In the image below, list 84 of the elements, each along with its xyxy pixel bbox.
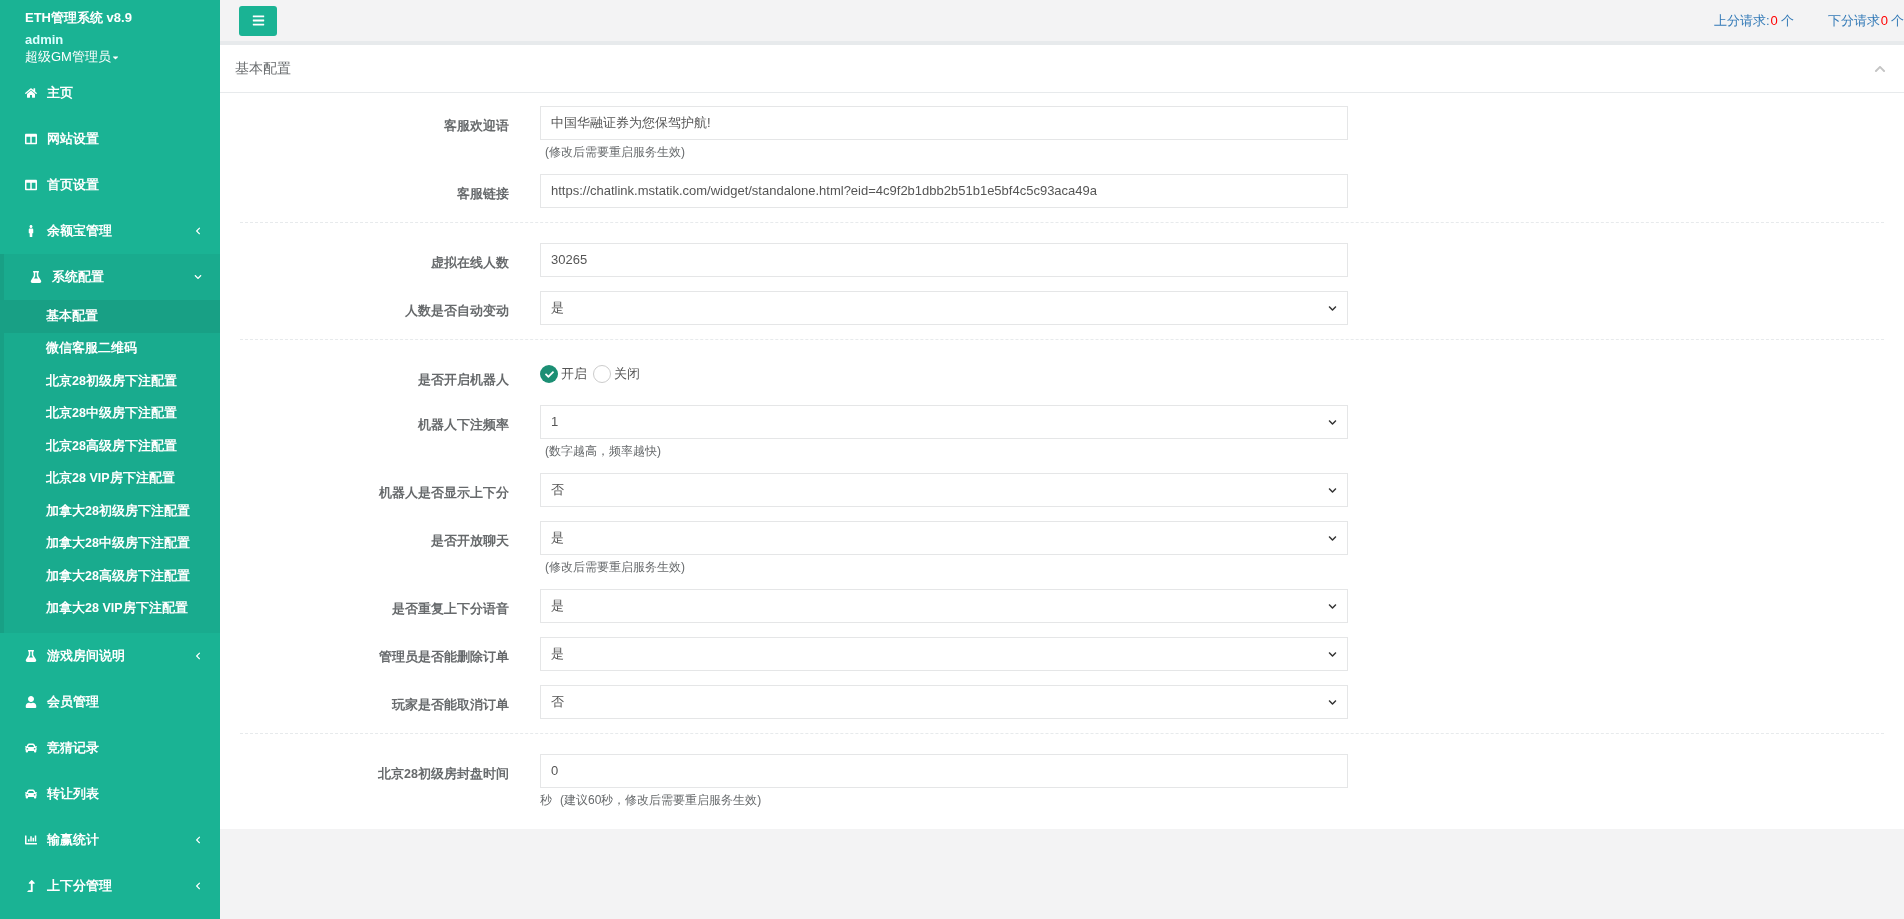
chevron-down-icon: [1328, 303, 1337, 313]
check-icon: [544, 369, 554, 379]
select-field[interactable]: 是: [540, 637, 1348, 671]
help-text: (建议60秒，修改后需要重启服务生效): [560, 792, 762, 808]
sidebar-item[interactable]: 余额宝管理: [0, 208, 220, 254]
submenu-item[interactable]: 北京28高级房下注配置: [4, 430, 220, 463]
radio-label: 关闭: [614, 365, 640, 383]
field-label: 是否开启机器人: [418, 373, 509, 387]
radio-button[interactable]: [593, 365, 611, 383]
chevron-down-icon: [1328, 485, 1337, 495]
field-label: 机器人是否显示上下分: [379, 486, 509, 500]
sidebar-item[interactable]: 上下分管理: [0, 863, 220, 909]
flask-icon: [30, 271, 42, 283]
submenu-item[interactable]: 北京28中级房下注配置: [4, 397, 220, 430]
field-label: 人数是否自动变动: [405, 304, 509, 318]
columns-icon: [25, 179, 37, 191]
input-field[interactable]: 中国华融证券为您保驾护航!: [540, 106, 1348, 140]
user-icon: [25, 696, 37, 708]
sidebar-item[interactable]: 首页设置: [0, 162, 220, 208]
sidebar-item[interactable]: 游戏房间说明: [0, 633, 220, 679]
sidebar-item[interactable]: 会员管理: [0, 679, 220, 725]
user-role-dropdown[interactable]: 超级GM管理员: [25, 48, 195, 66]
submenu-item[interactable]: 北京28 VIP房下注配置: [4, 462, 220, 495]
chevron-down-icon: [1328, 697, 1337, 707]
home-icon: [25, 87, 37, 99]
input-field[interactable]: https://chatlink.mstatik.com/widget/standalone.html?eid=4c9f2b1dbb2b51b1e5bf4c5c93aca49a: [540, 174, 1348, 208]
select-field[interactable]: 是: [540, 589, 1348, 623]
help-text: (修改后需要重启服务生效): [544, 559, 685, 575]
submenu-item[interactable]: 北京28初级房下注配置: [4, 365, 220, 398]
submenu-item[interactable]: 加拿大28中级房下注配置: [4, 527, 220, 560]
chevron-down-icon: [1328, 649, 1337, 659]
request-counter[interactable]: 上分请求:0 个: [1713, 10, 1794, 31]
radio-label: 开启: [561, 365, 587, 383]
submenu-item[interactable]: 加拿大28初级房下注配置: [4, 495, 220, 528]
flask-icon: [25, 650, 37, 662]
car-icon: [25, 742, 37, 754]
field-label: 客服欢迎语: [444, 119, 509, 133]
sidebar-item[interactable]: 竞猜记录: [0, 725, 220, 771]
input-field[interactable]: 0: [540, 754, 1348, 788]
chevron-down-icon: [194, 273, 202, 281]
menu-icon: [251, 14, 265, 27]
submenu-item[interactable]: 加拿大28高级房下注配置: [4, 560, 220, 593]
select-field[interactable]: 是: [540, 521, 1348, 555]
field-label: 虚拟在线人数: [431, 256, 509, 270]
submenu-item[interactable]: 微信客服二维码: [4, 332, 220, 365]
bar-chart-icon: [25, 834, 37, 846]
arrow-up-icon: [25, 880, 37, 892]
chevron-down-icon: [1328, 601, 1337, 611]
sidebar-item[interactable]: 系统配置: [4, 254, 220, 300]
select-field[interactable]: 1: [540, 405, 1348, 439]
field-label: 玩家是否能取消订单: [392, 698, 509, 712]
chevron-down-icon: [1328, 417, 1337, 427]
chevron-left-icon: [194, 836, 202, 844]
field-label: 北京28初级房封盘时间: [378, 767, 509, 781]
user-name: admin: [25, 32, 65, 48]
radio-button[interactable]: [540, 365, 558, 383]
select-field[interactable]: 是: [540, 291, 1348, 325]
chevron-left-icon: [194, 227, 202, 235]
field-label: 客服链接: [457, 187, 509, 201]
submenu-item[interactable]: 加拿大28 VIP房下注配置: [4, 592, 220, 625]
submenu-item[interactable]: 基本配置: [4, 300, 220, 333]
sidebar-item[interactable]: 转让列表: [0, 771, 220, 817]
input-field[interactable]: 30265: [540, 243, 1348, 277]
chevron-left-icon: [194, 652, 202, 660]
field-label: 是否开放聊天: [431, 534, 509, 548]
unit-text: 秒: [540, 792, 552, 808]
sidebar-item[interactable]: 主页: [0, 70, 220, 116]
request-counter[interactable]: 下分请求0 个: [1827, 10, 1904, 31]
field-label: 机器人下注频率: [418, 418, 509, 432]
help-text: (修改后需要重启服务生效): [544, 144, 685, 160]
select-field[interactable]: 否: [540, 685, 1348, 719]
sidebar-item[interactable]: 输赢统计: [0, 817, 220, 863]
select-field[interactable]: 否: [540, 473, 1348, 507]
field-label: 管理员是否能删除订单: [379, 650, 509, 664]
field-label: 是否重复上下分语音: [392, 602, 509, 616]
chevron-down-icon: [1328, 533, 1337, 543]
chevron-left-icon: [194, 882, 202, 890]
panel-title: 基本配置: [235, 59, 291, 78]
app-title: ETH管理系统 v8.9: [25, 9, 133, 27]
sidebar-item[interactable]: 网站设置: [0, 116, 220, 162]
help-text: (数字越高，频率越快): [544, 443, 661, 459]
menu-button[interactable]: [239, 5, 277, 36]
columns-icon: [25, 133, 37, 145]
car-icon: [25, 788, 37, 800]
